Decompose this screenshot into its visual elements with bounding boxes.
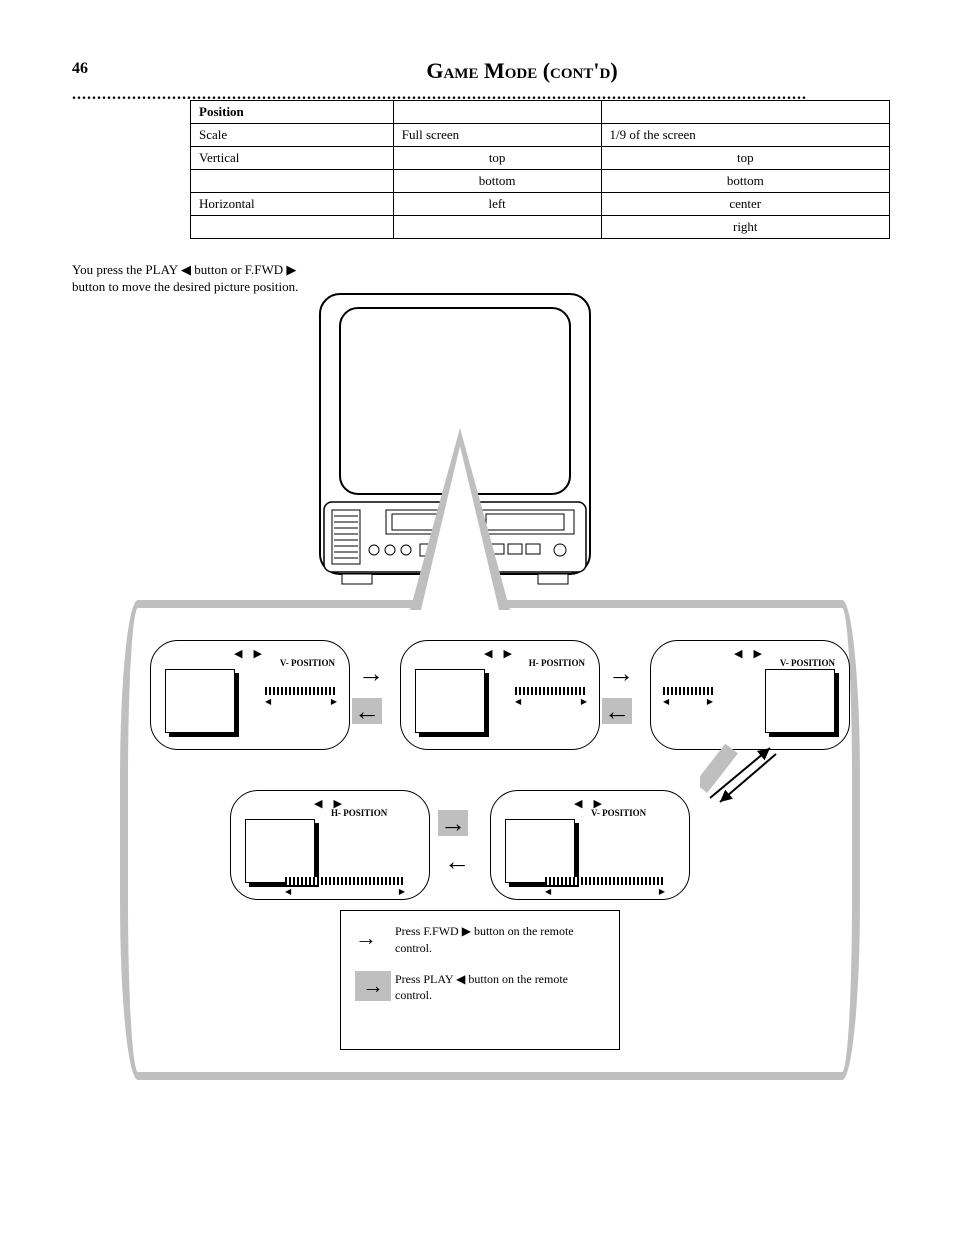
cell4-bar	[285, 877, 405, 885]
legend-1a: Press F.FWD	[395, 924, 462, 938]
page-title: Game Mode (cont'd)	[150, 58, 894, 84]
td-scale: Scale	[191, 124, 394, 147]
legend-arrow-play-icon: →	[355, 971, 391, 1002]
arrow-r2: →	[608, 660, 634, 686]
td-bottom2: bottom	[601, 170, 889, 193]
cell4-bar-arrows: ◀ ▶	[285, 887, 405, 896]
arrow-l3: ←	[444, 848, 470, 874]
cell-2: ◀ ▶ H- POSITION ◀ ▶	[400, 640, 600, 750]
td-horiz: Horizontal	[191, 193, 394, 216]
barrow-l-icon: ◀	[515, 697, 521, 706]
barrow-l-icon: ◀	[663, 697, 669, 706]
cell-4: ◀ ▶ H- POSITION ◀ ▶	[230, 790, 430, 900]
cell2-mini	[415, 669, 485, 733]
barrow-r-icon: ▶	[707, 697, 713, 706]
arrow-r3: →	[438, 810, 468, 836]
cell3-mini	[765, 669, 835, 733]
td-top2: top	[601, 147, 889, 170]
cell2-bar	[515, 687, 587, 695]
instruction-text: You press the PLAY ◀ button or F.FWD ▶ b…	[72, 262, 302, 296]
cell1-mini	[165, 669, 235, 733]
legend-play-icon: ◀	[456, 972, 465, 986]
td-ninth: 1/9 of the screen	[601, 124, 889, 147]
instr-1a: You press the PLAY	[72, 262, 181, 277]
cell-3: ◀ ▶ V- POSITION ◀ ▶	[650, 640, 850, 750]
cell5-bar-arrows: ◀ ▶	[545, 887, 665, 896]
cell5-tris-icon: ◀ ▶	[491, 797, 689, 810]
legend-line2: Press PLAY ◀ button on the remote contro…	[395, 971, 605, 1005]
cell1-bar	[265, 687, 337, 695]
diag-arrows	[700, 740, 790, 815]
cell-5: ◀ ▶ V- POSITION ◀ ▶	[490, 790, 690, 900]
speech-pointer	[410, 428, 510, 610]
cell5-mini	[505, 819, 575, 883]
legend-line1: Press F.FWD ▶ button on the remote contr…	[395, 923, 605, 957]
cell3-bar-arrows: ◀ ▶	[663, 697, 713, 706]
td-bottom1: bottom	[393, 170, 601, 193]
th-blank2	[601, 101, 889, 124]
barrow-l-icon: ◀	[285, 887, 291, 896]
cell5-label: V- POSITION	[591, 809, 646, 819]
barrow-r-icon: ▶	[399, 887, 405, 896]
play-left-icon: ◀	[181, 262, 191, 277]
td-center: center	[601, 193, 889, 216]
cell1-label: V- POSITION	[280, 659, 335, 669]
position-table: Position Scale Full screen 1/9 of the sc…	[190, 100, 890, 239]
barrow-r-icon: ▶	[659, 887, 665, 896]
arrow-r1: →	[358, 660, 384, 686]
barrow-l-icon: ◀	[265, 697, 271, 706]
td-right: right	[601, 216, 889, 239]
page-number: 46	[72, 60, 88, 78]
td-blank3	[393, 216, 601, 239]
cell4-label: H- POSITION	[331, 809, 387, 819]
instr-1b: button or F.FWD	[194, 262, 286, 277]
legend-arrow-ffwd-icon: →	[355, 923, 395, 954]
instr-1c: button to move the desired picture posit…	[72, 279, 298, 294]
cell4-mini	[245, 819, 315, 883]
td-left: left	[393, 193, 601, 216]
td-blank2	[191, 216, 394, 239]
td-vert: Vertical	[191, 147, 394, 170]
barrow-r-icon: ▶	[331, 697, 337, 706]
arrow-l1: ←	[352, 698, 382, 724]
cell1-bar-arrows: ◀ ▶	[265, 697, 337, 706]
td-fullscreen: Full screen	[393, 124, 601, 147]
cell5-bar	[545, 877, 665, 885]
legend-box: → Press F.FWD ▶ button on the remote con…	[340, 910, 620, 1050]
td-blank	[191, 170, 394, 193]
barrow-r-icon: ▶	[581, 697, 587, 706]
legend-2a: Press PLAY	[395, 972, 456, 986]
legend-ffwd-icon: ▶	[462, 924, 471, 938]
cell3-label: V- POSITION	[780, 659, 835, 669]
cell-1: ◀ ▶ V- POSITION ◀ ▶	[150, 640, 350, 750]
th-position: Position	[191, 101, 394, 124]
arrow-l2: ←	[602, 698, 632, 724]
ffwd-right-icon: ▶	[286, 262, 296, 277]
cell4-tris-icon: ◀ ▶	[231, 797, 429, 810]
barrow-l-icon: ◀	[545, 887, 551, 896]
cell2-bar-arrows: ◀ ▶	[515, 697, 587, 706]
cell3-bar	[663, 687, 713, 695]
th-blank1	[393, 101, 601, 124]
td-top1: top	[393, 147, 601, 170]
cell2-label: H- POSITION	[529, 659, 585, 669]
